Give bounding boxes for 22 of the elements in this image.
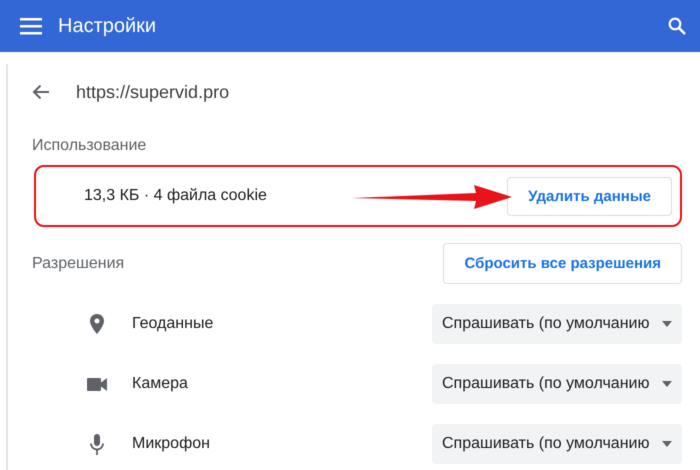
section-heading: Использование (32, 137, 148, 155)
storage-summary: 13,3 КБ · 4 файла cookie (84, 187, 267, 205)
section-heading: Разрешения (32, 254, 124, 272)
permission-dropdown[interactable]: Спрашивать (по умолчанию (432, 304, 682, 344)
location-pin-icon (90, 314, 104, 334)
page-title: Настройки (58, 14, 158, 38)
caret-icon (662, 441, 672, 447)
caret-icon (662, 381, 672, 387)
back-arrow-icon[interactable] (32, 84, 50, 100)
menu-icon[interactable] (20, 17, 42, 35)
permission-label: Геоданные (132, 315, 214, 333)
caret-icon (662, 321, 672, 327)
video-camera-icon (87, 378, 107, 390)
permission-label: Микрофон (132, 435, 211, 453)
search-icon[interactable] (668, 17, 686, 35)
permission-label: Камера (132, 375, 189, 393)
permission-dropdown[interactable]: Спрашивать (по умолчанию (432, 424, 682, 464)
reset-permissions-button[interactable]: Сбросить все разрешения (443, 243, 682, 284)
site-url: https://supervid.pro (76, 82, 230, 102)
permission-dropdown[interactable]: Спрашивать (по умолчанию (432, 364, 682, 404)
clear-data-button[interactable]: Удалить данные (507, 176, 672, 216)
microphone-icon (90, 434, 104, 454)
